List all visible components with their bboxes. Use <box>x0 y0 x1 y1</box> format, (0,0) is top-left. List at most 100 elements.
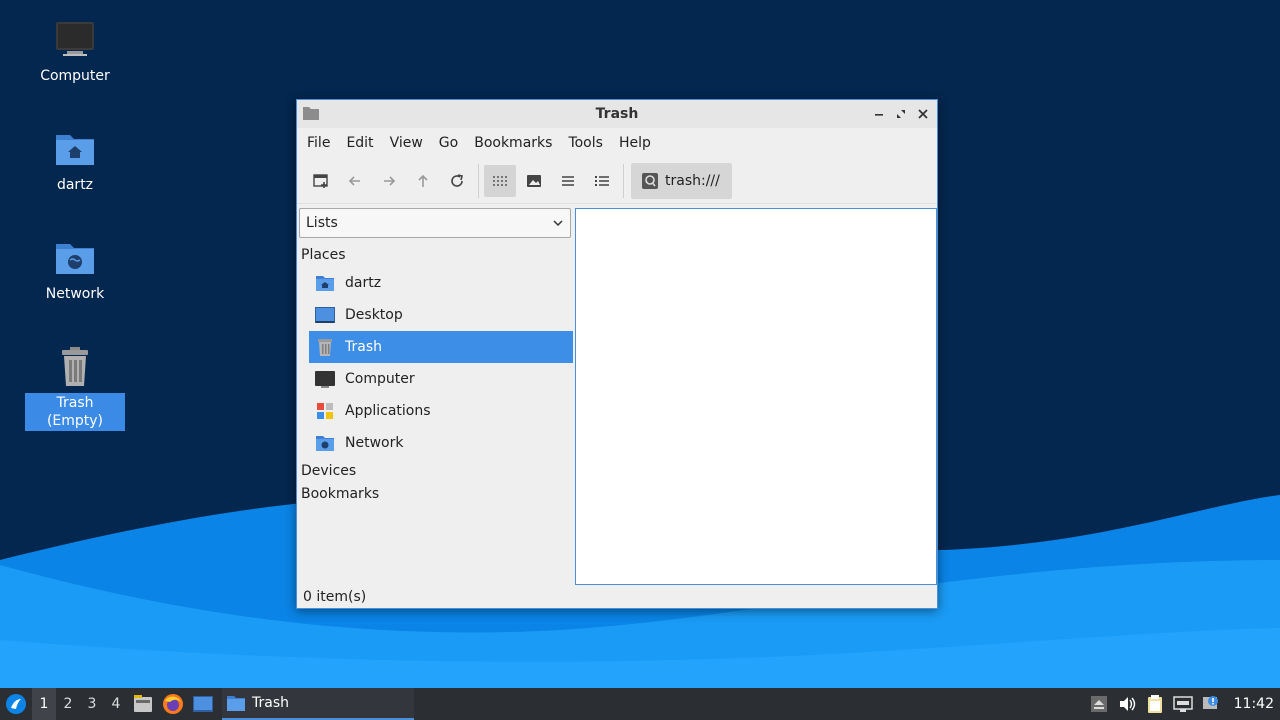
toolbar-separator <box>478 163 479 198</box>
toolbar-separator <box>623 163 624 198</box>
menu-go[interactable]: Go <box>431 128 466 158</box>
arrow-right-icon <box>384 175 396 186</box>
workspace-3[interactable]: 3 <box>80 688 104 720</box>
clipboard-button[interactable] <box>1144 693 1166 715</box>
network-folder-icon <box>56 244 94 274</box>
location-button[interactable]: trash:/// <box>631 162 732 199</box>
folder-icon <box>303 107 319 120</box>
taskbar-window-label: Trash <box>252 695 289 711</box>
trash-icon <box>318 339 332 356</box>
clock[interactable]: 11:42 <box>1228 696 1274 712</box>
update-notifier-button[interactable] <box>1200 693 1222 715</box>
list-compact-icon <box>562 175 574 186</box>
grid-view-icon <box>493 175 507 186</box>
desktop-icon-label: Trash (Empty) <box>25 393 125 431</box>
workspace-1[interactable]: 1 <box>32 688 56 720</box>
back-button[interactable] <box>339 165 371 197</box>
update-alert-icon <box>1202 696 1218 709</box>
place-label: Computer <box>345 371 415 387</box>
title-bar[interactable]: Trash <box>297 100 937 128</box>
place-item-trash[interactable]: Trash <box>309 331 573 363</box>
show-desktop-icon <box>193 696 213 712</box>
new-tab-button[interactable] <box>305 165 337 197</box>
trash-location-icon <box>642 172 658 189</box>
location-path: trash:/// <box>665 172 720 189</box>
home-folder-icon <box>316 276 334 291</box>
place-label: Applications <box>345 403 431 419</box>
place-label: dartz <box>345 275 382 291</box>
launcher-desktop[interactable] <box>188 688 218 720</box>
workspace-2[interactable]: 2 <box>56 688 80 720</box>
compact-view-button[interactable] <box>552 165 584 197</box>
arrow-left-icon <box>348 175 360 186</box>
reload-icon <box>451 173 463 187</box>
start-menu-button[interactable] <box>0 688 32 720</box>
toolbar: trash:/// <box>297 158 937 204</box>
home-folder-icon <box>56 135 94 165</box>
desktop-icon-home[interactable]: dartz <box>25 127 125 195</box>
place-item-network[interactable]: Network <box>309 427 573 459</box>
place-label: Network <box>345 435 404 451</box>
file-list-view[interactable] <box>575 208 937 585</box>
detailed-view-button[interactable] <box>586 165 618 197</box>
desktop-icon-trash[interactable]: Trash (Empty) <box>25 345 125 431</box>
workspace-4[interactable]: 4 <box>104 688 128 720</box>
menu-help[interactable]: Help <box>611 128 659 158</box>
reload-button[interactable] <box>441 165 473 197</box>
applications-icon <box>317 403 333 419</box>
clipboard-icon <box>1147 695 1162 713</box>
menu-view[interactable]: View <box>382 128 431 158</box>
network-folder-icon <box>316 436 334 451</box>
place-item-computer[interactable]: Computer <box>309 363 573 395</box>
desktop-icon-label: dartz <box>56 177 94 193</box>
file-manager-icon <box>134 695 152 712</box>
desktop-icon-label: Computer <box>40 68 110 84</box>
taskbar-window-trash[interactable]: Trash <box>222 688 414 720</box>
desktop-icon-computer[interactable]: Computer <box>25 18 125 86</box>
menu-bookmarks[interactable]: Bookmarks <box>466 128 560 158</box>
section-devices[interactable]: Devices <box>299 459 573 479</box>
launcher-file-manager[interactable] <box>128 688 158 720</box>
close-button[interactable] <box>913 104 933 124</box>
minimize-button[interactable] <box>869 104 889 124</box>
place-item-desktop[interactable]: Desktop <box>309 299 573 331</box>
maximize-icon <box>897 110 905 118</box>
place-item-applications[interactable]: Applications <box>309 395 573 427</box>
place-label: Desktop <box>345 307 403 323</box>
forward-button[interactable] <box>373 165 405 197</box>
desktop-icon-label: Network <box>45 286 105 302</box>
icon-view-button[interactable] <box>484 164 516 197</box>
eject-icon <box>1090 696 1107 712</box>
status-bar: 0 item(s) <box>303 589 367 605</box>
desktop-icon <box>315 307 335 323</box>
close-icon <box>918 109 928 119</box>
side-pane-mode-select[interactable]: Lists <box>299 208 571 238</box>
menu-tools[interactable]: Tools <box>560 128 611 158</box>
computer-icon <box>315 371 335 388</box>
window-title: Trash <box>595 106 639 122</box>
menu-edit[interactable]: Edit <box>338 128 381 158</box>
network-status-button[interactable] <box>1172 693 1194 715</box>
new-tab-icon <box>313 173 328 188</box>
up-button[interactable] <box>407 165 439 197</box>
thumbnail-view-button[interactable] <box>518 165 550 197</box>
list-detailed-icon <box>595 175 609 186</box>
place-label: Trash <box>345 339 382 355</box>
chevron-down-icon <box>553 220 563 227</box>
launcher-firefox[interactable] <box>158 688 188 720</box>
maximize-button[interactable] <box>891 104 911 124</box>
section-places[interactable]: Places <box>299 238 573 263</box>
menu-bar: File Edit View Go Bookmarks Tools Help <box>297 128 937 158</box>
eject-button[interactable] <box>1088 693 1110 715</box>
side-pane-mode-value: Lists <box>306 215 338 231</box>
file-manager-window: Trash File Edit View Go Bookmarks Tools … <box>296 99 938 609</box>
place-item-home[interactable]: dartz <box>309 267 573 299</box>
menu-file[interactable]: File <box>299 128 338 158</box>
desktop-icon-network[interactable]: Network <box>25 236 125 304</box>
trash-icon <box>62 347 88 386</box>
volume-button[interactable] <box>1116 693 1138 715</box>
minimize-icon <box>875 114 883 116</box>
computer-icon <box>56 22 94 56</box>
arrow-up-icon <box>418 174 428 187</box>
section-bookmarks[interactable]: Bookmarks <box>299 479 573 502</box>
